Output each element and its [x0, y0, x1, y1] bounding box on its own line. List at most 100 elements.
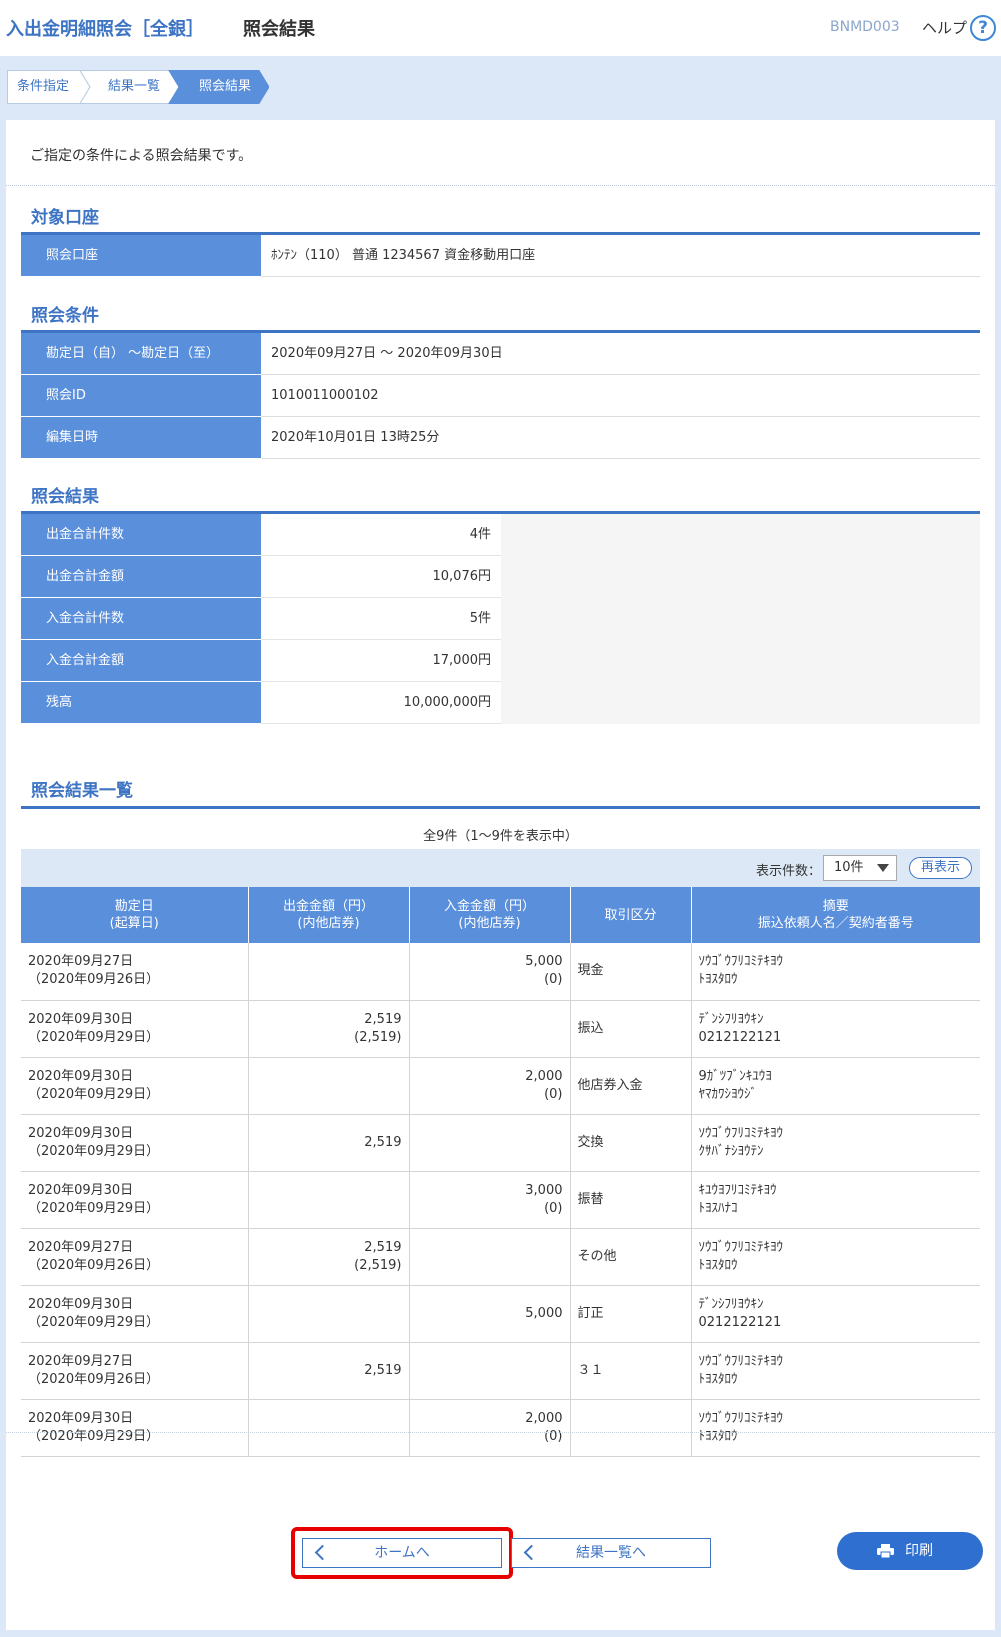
- table-row: 2020年09月30日 （2020年09月29日） 5,000 訂正 ﾃﾞﾝｼﾌﾘﾖｳｷ…: [21, 1285, 980, 1343]
- column-header-withdrawal: 出金金額（円） (内他店券): [248, 887, 410, 943]
- summary-label: 出金合計金額: [21, 556, 261, 598]
- print-button[interactable]: 印刷: [837, 1532, 983, 1570]
- condition-row-period: 勘定日（自） ～勘定日（至） 2020年09月27日 ～ 2020年09月30日: [21, 333, 980, 375]
- summary-label: 残高: [21, 682, 261, 724]
- condition-label: 照会ID: [21, 375, 261, 417]
- display-count-bar: 表示件数： 10件 再表示: [21, 849, 980, 887]
- cell-withdrawal: [248, 1171, 410, 1229]
- cell-withdrawal: [248, 1399, 410, 1457]
- summary-label: 入金合計金額: [21, 640, 261, 682]
- cell-type: 振替: [570, 1171, 692, 1229]
- redisplay-button[interactable]: 再表示: [909, 857, 972, 879]
- table-row: 2020年09月27日 （2020年09月26日） 2,519 ３１ ｿｳｺﾞｳﾌﾘｺﾐ…: [21, 1342, 980, 1400]
- cell-deposit: 5,000 (0): [409, 943, 571, 1001]
- cell-date: 2020年09月27日 （2020年09月26日）: [21, 1228, 249, 1286]
- intro-text: ご指定の条件による照会結果です。: [30, 148, 253, 164]
- help-link[interactable]: ヘルプ: [922, 17, 967, 38]
- cell-type: 訂正: [570, 1285, 692, 1343]
- column-header-memo: 摘要 振込依頼人名／契約者番号: [691, 887, 980, 943]
- cell-deposit: [409, 1342, 571, 1400]
- page-title: 入出金明細照会［全銀］: [6, 19, 204, 40]
- cell-memo: ｿｳｺﾞｳﾌﾘｺﾐﾃｷﾖｳ ﾄﾖｽﾀﾛｳ: [691, 1228, 980, 1286]
- cell-deposit: 5,000: [409, 1285, 571, 1343]
- divider: [6, 1432, 995, 1433]
- cell-withdrawal: [248, 1285, 410, 1343]
- summary-label: 入金合計件数: [21, 598, 261, 640]
- cell-type: ３１: [570, 1342, 692, 1400]
- cell-date: 2020年09月30日 （2020年09月29日）: [21, 1057, 249, 1115]
- summary-row: 出金合計金額 10,076円: [21, 556, 501, 598]
- summary-row: 出金合計件数 4件: [21, 514, 501, 556]
- cell-type: その他: [570, 1228, 692, 1286]
- section-title-list: 照会結果一覧: [31, 781, 133, 801]
- divider: [6, 185, 995, 186]
- result-table: 勘定日 (起算日) 出金金額（円） (内他店券) 入金金額（円） (内他店券) 取引区…: [21, 887, 980, 1457]
- condition-row-id: 照会ID 1010011000102: [21, 375, 980, 417]
- cell-date: 2020年09月30日 （2020年09月29日）: [21, 1171, 249, 1229]
- section-title-conditions: 照会条件: [31, 306, 99, 326]
- cell-date: 2020年09月30日 （2020年09月29日）: [21, 1399, 249, 1457]
- column-header-deposit: 入金金額（円） (内他店券): [409, 887, 571, 943]
- display-count-label: 表示件数：: [756, 864, 822, 879]
- cell-withdrawal: 2,519 (2,519): [248, 1000, 410, 1058]
- print-button-label: 印刷: [905, 1543, 933, 1559]
- cell-memo: 9ｶﾞﾂﾌﾞﾝｷﾕｳﾖ ﾔﾏｶﾜｼﾖｳｼﾞ: [691, 1057, 980, 1115]
- cell-date: 2020年09月27日 （2020年09月26日）: [21, 943, 249, 1001]
- cell-deposit: 2,000 (0): [409, 1399, 571, 1457]
- cell-date: 2020年09月30日 （2020年09月29日）: [21, 1285, 249, 1343]
- cell-memo: ｿｳｺﾞｳﾌﾘｺﾐﾃｷﾖｳ ﾄﾖｽﾀﾛｳ: [691, 943, 980, 1001]
- column-header-type: 取引区分: [570, 887, 692, 943]
- account-value: ﾎﾝﾃﾝ（110） 普通 1234567 資金移動用口座: [261, 235, 980, 277]
- printer-icon: [877, 1544, 894, 1558]
- cell-memo: ｿｳｺﾞｳﾌﾘｺﾐﾃｷﾖｳ ｸｻﾊﾞﾅｼﾖｳﾃﾝ: [691, 1114, 980, 1172]
- back-to-list-label: 結果一覧へ: [576, 1545, 646, 1561]
- cell-withdrawal: [248, 943, 410, 1001]
- home-button-highlight: [291, 1527, 513, 1579]
- result-table-body: 2020年09月27日 （2020年09月26日） 5,000 (0) 現金 ｿｳｺﾞｳﾌ…: [21, 943, 980, 1457]
- page-subtitle: 照会結果: [243, 19, 315, 40]
- screen-code: BNMD003: [830, 19, 900, 35]
- help-icon[interactable]: ?: [970, 15, 996, 41]
- summary-value: 17,000円: [261, 640, 501, 682]
- column-header-date: 勘定日 (起算日): [21, 887, 249, 943]
- condition-label: 編集日時: [21, 417, 261, 459]
- cell-type: 交換: [570, 1114, 692, 1172]
- condition-value: 1010011000102: [261, 375, 980, 417]
- cell-type: [570, 1399, 692, 1457]
- cell-withdrawal: [248, 1057, 410, 1115]
- cell-date: 2020年09月30日 （2020年09月29日）: [21, 1114, 249, 1172]
- condition-label: 勘定日（自） ～勘定日（至）: [21, 333, 261, 375]
- result-count: 全9件（1～9件を表示中）: [423, 829, 578, 844]
- cell-withdrawal: 2,519: [248, 1114, 410, 1172]
- cell-memo: ﾃﾞﾝｼﾌﾘﾖｳｷﾝ 0212122121: [691, 1000, 980, 1058]
- cell-deposit: 2,000 (0): [409, 1057, 571, 1115]
- breadcrumb-step-list[interactable]: 結果一覧: [108, 70, 160, 104]
- cell-deposit: 3,000 (0): [409, 1171, 571, 1229]
- cell-type: 現金: [570, 943, 692, 1001]
- summary-value: 4件: [261, 514, 501, 556]
- summary-row: 残高 10,000,000円: [21, 682, 501, 724]
- display-count-select[interactable]: 10件: [823, 855, 897, 881]
- table-header-row: 勘定日 (起算日) 出金金額（円） (内他店券) 入金金額（円） (内他店券) 取引区…: [21, 887, 980, 943]
- cell-deposit: [409, 1228, 571, 1286]
- condition-value: 2020年09月27日 ～ 2020年09月30日: [261, 333, 980, 375]
- cell-date: 2020年09月30日 （2020年09月29日）: [21, 1000, 249, 1058]
- main-panel: ご指定の条件による照会結果です。 対象口座 照会口座 ﾎﾝﾃﾝ（110） 普通 …: [6, 120, 995, 1630]
- table-row: 2020年09月30日 （2020年09月29日） 2,519 交換 ｿｳｺﾞｳﾌﾘｺﾐ…: [21, 1114, 980, 1172]
- section-rule: [21, 806, 980, 809]
- account-row: 照会口座 ﾎﾝﾃﾝ（110） 普通 1234567 資金移動用口座: [21, 235, 980, 277]
- back-to-list-button[interactable]: 結果一覧へ: [511, 1538, 711, 1568]
- cell-withdrawal: 2,519 (2,519): [248, 1228, 410, 1286]
- display-count-value: 10件: [834, 860, 864, 875]
- breadcrumb-step-result: 照会結果: [199, 79, 252, 94]
- section-title-summary: 照会結果: [31, 487, 99, 507]
- cell-type: 他店券入金: [570, 1057, 692, 1115]
- condition-value: 2020年10月01日 13時25分: [261, 417, 980, 459]
- breadcrumb-step-conditions[interactable]: 条件指定: [17, 70, 69, 104]
- summary-value: 5件: [261, 598, 501, 640]
- cell-memo: ｿｳｺﾞｳﾌﾘｺﾐﾃｷﾖｳ ﾄﾖｽﾀﾛｳ: [691, 1399, 980, 1457]
- table-row: 2020年09月30日 （2020年09月29日） 2,519 (2,519) 振込 ﾃﾞ…: [21, 1000, 980, 1058]
- summary-label: 出金合計件数: [21, 514, 261, 556]
- summary-row: 入金合計金額 17,000円: [21, 640, 501, 682]
- table-row: 2020年09月27日 （2020年09月26日） 2,519 (2,519) その他ｿ…: [21, 1228, 980, 1286]
